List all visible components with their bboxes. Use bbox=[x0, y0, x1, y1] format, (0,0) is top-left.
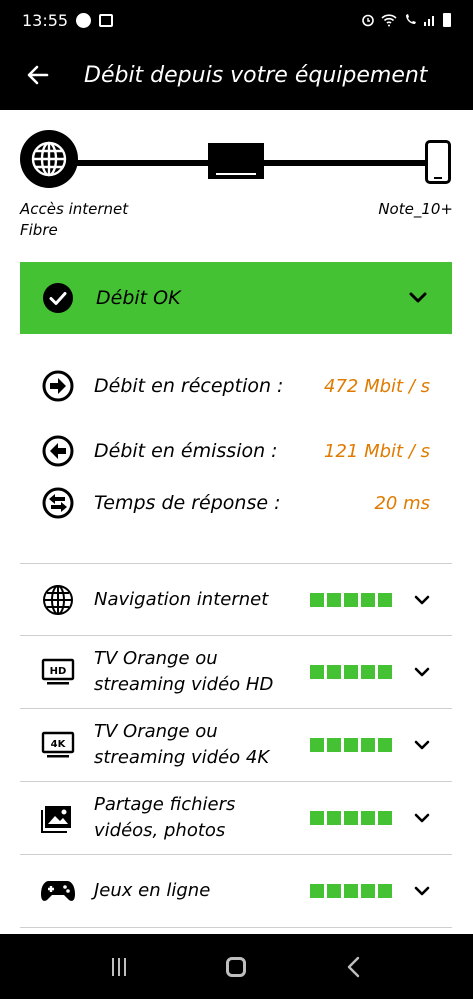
page-title: Débit depuis votre équipement bbox=[84, 62, 428, 88]
chevron-down-icon bbox=[414, 740, 430, 750]
usage-item-navigation[interactable]: Navigation internet bbox=[20, 563, 452, 636]
speed-metrics: Débit en réception : 472 Mbit / s Débit … bbox=[20, 346, 452, 546]
tv-4k-text: 4K bbox=[51, 739, 67, 750]
connection-diagram: Accès internet Fibre Note_10+ bbox=[0, 110, 473, 250]
internet-access-label: Accès internet Fibre bbox=[20, 200, 129, 239]
latency-metric: Temps de réponse : 20 ms bbox=[20, 486, 452, 520]
chevron-down-icon bbox=[414, 667, 430, 677]
level-bar bbox=[378, 738, 392, 752]
level-bar bbox=[361, 884, 375, 898]
quality-level bbox=[310, 884, 392, 898]
usage-item-tv-hd[interactable]: HD TV Orange ou streaming vidéo HD bbox=[20, 636, 452, 709]
level-bar bbox=[310, 665, 324, 679]
level-bar bbox=[378, 884, 392, 898]
status-bar: 13:55 bbox=[0, 0, 473, 40]
signal-icon bbox=[424, 16, 434, 26]
globe-icon bbox=[43, 584, 73, 615]
status-time: 13:55 bbox=[22, 10, 69, 30]
level-bar bbox=[310, 592, 324, 607]
quality-level bbox=[310, 592, 392, 607]
arrow-left-circle-icon bbox=[42, 435, 74, 467]
home-icon bbox=[226, 956, 247, 977]
wifi-icon bbox=[381, 14, 397, 27]
level-bar bbox=[361, 592, 375, 607]
usage-item-gaming[interactable]: Jeux en ligne bbox=[20, 855, 452, 928]
level-bar bbox=[361, 738, 375, 752]
home-button[interactable] bbox=[206, 942, 266, 992]
usage-label: TV Orange ou streaming vidéo HD bbox=[94, 648, 274, 695]
chevron-down-icon bbox=[414, 886, 430, 896]
system-back-button[interactable] bbox=[324, 942, 384, 992]
usage-label: TV Orange ou streaming vidéo 4K bbox=[94, 721, 270, 768]
quality-level bbox=[310, 665, 392, 679]
download-label: Débit en réception : bbox=[94, 374, 284, 397]
download-value: 472 Mbit / s bbox=[324, 375, 430, 397]
back-button[interactable] bbox=[8, 40, 68, 110]
level-bar bbox=[327, 665, 341, 679]
level-bar bbox=[344, 592, 358, 607]
wifi-call-icon bbox=[406, 14, 416, 24]
level-bar bbox=[327, 884, 341, 898]
latency-value: 20 ms bbox=[374, 492, 430, 514]
level-bar bbox=[310, 738, 324, 752]
app-bar: Débit depuis votre équipement bbox=[0, 40, 473, 110]
gamepad-icon bbox=[41, 881, 75, 901]
level-bar bbox=[327, 592, 341, 607]
usage-label: Partage fichiers vidéos, photos bbox=[94, 794, 236, 841]
latency-label: Temps de réponse : bbox=[94, 491, 281, 514]
arrow-left-icon bbox=[27, 65, 49, 85]
device-label: Note_10+ bbox=[378, 200, 453, 218]
tv-hd-text: HD bbox=[50, 666, 67, 677]
system-navigation-bar bbox=[0, 934, 473, 999]
chevron-down-icon bbox=[414, 595, 430, 604]
recents-button[interactable] bbox=[89, 942, 149, 992]
level-bar bbox=[344, 738, 358, 752]
level-bar bbox=[378, 592, 392, 607]
smartphone-icon bbox=[425, 140, 451, 184]
level-bar bbox=[327, 811, 341, 825]
gallery-icon bbox=[99, 13, 114, 27]
usage-item-tv-4k[interactable]: 4K TV Orange ou streaming vidéo 4K bbox=[20, 709, 452, 782]
internet-node bbox=[20, 130, 78, 188]
speed-status-label: Débit OK bbox=[96, 287, 181, 309]
upload-value: 121 Mbit / s bbox=[324, 440, 430, 462]
chevron-left-icon bbox=[347, 956, 360, 977]
level-bar bbox=[327, 738, 341, 752]
usage-label: Jeux en ligne bbox=[94, 880, 211, 901]
quality-level bbox=[310, 738, 392, 752]
level-bar bbox=[378, 665, 392, 679]
arrow-right-circle-icon bbox=[42, 370, 74, 402]
check-circle-icon bbox=[43, 283, 73, 313]
alarm-icon bbox=[362, 14, 374, 27]
level-bar bbox=[344, 665, 358, 679]
usage-list: Navigation internet HD TV Orange ou stre… bbox=[20, 563, 452, 928]
upload-label: Débit en émission : bbox=[94, 439, 278, 462]
battery-icon bbox=[443, 13, 451, 27]
download-metric: Débit en réception : 472 Mbit / s bbox=[20, 358, 452, 414]
speed-status-banner[interactable]: Débit OK bbox=[20, 262, 452, 334]
level-bar bbox=[310, 884, 324, 898]
level-bar bbox=[344, 811, 358, 825]
quality-level bbox=[310, 811, 392, 825]
swap-circle-icon bbox=[42, 487, 74, 519]
recents-icon bbox=[111, 957, 126, 976]
chevron-down-icon bbox=[414, 813, 430, 823]
level-bar bbox=[361, 665, 375, 679]
level-bar bbox=[378, 811, 392, 825]
messenger-icon bbox=[76, 12, 92, 28]
level-bar bbox=[310, 811, 324, 825]
tv-4k-icon: 4K bbox=[41, 731, 75, 758]
usage-item-file-sharing[interactable]: Partage fichiers vidéos, photos bbox=[20, 782, 452, 855]
tv-hd-icon: HD bbox=[41, 658, 75, 685]
upload-metric: Débit en émission : 121 Mbit / s bbox=[20, 434, 452, 468]
image-icon bbox=[41, 806, 71, 833]
livebox-icon bbox=[208, 143, 264, 179]
chevron-down-icon bbox=[409, 292, 427, 303]
usage-label: Navigation internet bbox=[94, 588, 269, 610]
level-bar bbox=[344, 884, 358, 898]
level-bar bbox=[361, 811, 375, 825]
globe-icon bbox=[31, 141, 67, 177]
